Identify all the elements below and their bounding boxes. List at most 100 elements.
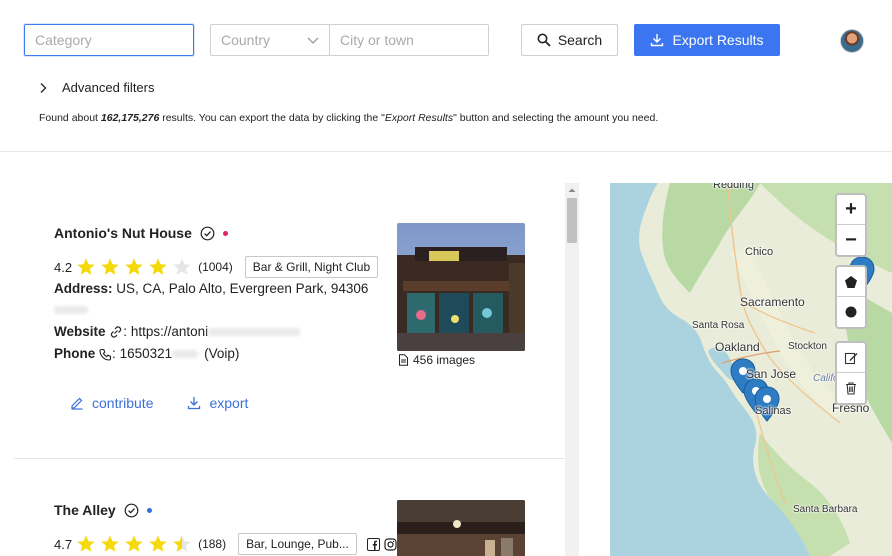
download-icon xyxy=(651,34,664,47)
zoom-in-button[interactable]: + xyxy=(837,195,865,225)
draw-circle-button[interactable] xyxy=(837,297,865,327)
rating-stars xyxy=(76,257,192,277)
summary-prefix: Found about xyxy=(39,112,101,124)
export-results-button[interactable]: Export Results xyxy=(634,24,780,56)
rating-row: 4.7 (188) Bar, Lounge, Pub... xyxy=(54,533,397,555)
polygon-icon xyxy=(845,275,857,288)
rating-stars xyxy=(76,534,192,554)
phone-label: Phone xyxy=(54,346,96,361)
summary-button-ref: Export Results xyxy=(384,112,454,124)
advanced-filters-label: Advanced filters xyxy=(62,80,155,95)
export-results-label: Export Results xyxy=(672,32,764,48)
star-empty-icon xyxy=(173,258,191,275)
results-map[interactable]: Redding Chico Sacramento Santa Rosa Oakl… xyxy=(610,183,892,556)
result-title-row: Antonio's Nut House xyxy=(54,225,228,241)
bar-photo-image xyxy=(397,223,525,351)
chevron-right-icon xyxy=(40,82,47,93)
file-icon xyxy=(399,354,408,366)
address-value: US, CA, Palo Alto, Evergreen Park, 94306 xyxy=(116,281,369,296)
trash-icon xyxy=(846,382,856,395)
export-label: export xyxy=(209,395,249,411)
map-label-salinas: Salinas xyxy=(755,405,792,417)
instagram-icon[interactable] xyxy=(384,537,397,551)
edit-icon xyxy=(71,397,83,410)
redacted-text xyxy=(172,350,199,359)
rating-value: 4.2 xyxy=(54,259,73,275)
category-tag[interactable]: Bar & Grill, Night Club xyxy=(244,256,379,278)
star-icon xyxy=(77,535,95,552)
star-icon xyxy=(125,535,143,552)
star-half-icon xyxy=(173,535,191,552)
image-count[interactable]: 456 images xyxy=(398,353,475,367)
facebook-icon[interactable] xyxy=(366,537,380,551)
map-label-oakland: Oakland xyxy=(715,340,760,354)
map-label-stockton: Stockton xyxy=(788,341,827,352)
review-count: (1004) xyxy=(198,260,233,274)
summary-suffix: " button and selecting the amount you ne… xyxy=(453,112,659,124)
star-icon xyxy=(101,535,119,552)
redacted-text xyxy=(208,328,301,337)
scroll-up-arrow-icon[interactable] xyxy=(565,183,579,197)
zoom-controls: + − xyxy=(835,193,867,257)
results-count: 162,175,276 xyxy=(100,112,160,124)
category-input[interactable] xyxy=(24,24,194,56)
edit-icon xyxy=(844,352,858,364)
edit-layers-button[interactable] xyxy=(837,343,865,373)
redacted-text xyxy=(54,306,88,315)
results-list: Antonio's Nut House 4.2 (1004) Bar & Gri… xyxy=(0,153,565,556)
phone-value: 1650321 xyxy=(119,346,173,361)
advanced-filters-toggle[interactable]: Advanced filters xyxy=(38,80,155,95)
result-name[interactable]: Antonio's Nut House xyxy=(54,225,192,241)
edit-controls xyxy=(835,341,867,405)
search-header: Search Export Results Advanced filters F… xyxy=(0,0,892,152)
scrollbar-thumb[interactable] xyxy=(567,198,577,243)
address-row: Address: US, CA, Palo Alto, Evergreen Pa… xyxy=(54,281,368,296)
rating-value: 4.7 xyxy=(54,536,73,552)
phone-icon xyxy=(99,348,112,361)
address-label: Address: xyxy=(54,281,113,296)
search-button[interactable]: Search xyxy=(521,24,618,56)
circle-icon xyxy=(845,306,857,318)
verified-icon xyxy=(124,503,139,517)
results-summary: Found about 162,175,276 results. You can… xyxy=(39,112,658,124)
image-count-label: 456 images xyxy=(413,353,476,367)
result-card: The Alley 4.7 (188) Bar, Lounge, Pub... xyxy=(14,460,565,556)
map-label-santa-barbara: Santa Barbara xyxy=(793,504,858,515)
summary-middle: results. You can export the data by clic… xyxy=(159,112,385,124)
search-button-label: Search xyxy=(557,32,603,48)
map-label-sacramento: Sacramento xyxy=(740,295,805,309)
place-photo[interactable] xyxy=(397,500,525,556)
result-card: Antonio's Nut House 4.2 (1004) Bar & Gri… xyxy=(14,153,565,459)
result-title-row: The Alley xyxy=(54,502,152,518)
draw-polygon-button[interactable] xyxy=(837,267,865,297)
zoom-out-button[interactable]: − xyxy=(837,225,865,255)
map-label-san-jose: San Jose xyxy=(746,367,797,381)
download-icon xyxy=(188,397,201,410)
map-label-redding: Redding xyxy=(713,183,754,191)
verified-icon xyxy=(200,226,215,240)
star-icon xyxy=(149,258,167,275)
user-avatar[interactable] xyxy=(840,29,864,53)
draw-controls xyxy=(835,265,867,329)
result-name[interactable]: The Alley xyxy=(54,502,116,518)
category-tag[interactable]: Bar, Lounge, Pub... xyxy=(238,533,357,555)
delete-layers-button[interactable] xyxy=(837,373,865,403)
contribute-link[interactable]: contribute xyxy=(70,395,153,411)
status-dot xyxy=(146,507,152,513)
link-icon xyxy=(111,326,122,339)
review-count: (188) xyxy=(198,537,227,551)
map-label-chico: Chico xyxy=(745,246,774,258)
export-link[interactable]: export xyxy=(187,395,248,411)
contribute-label: contribute xyxy=(92,395,154,411)
star-icon xyxy=(77,258,95,275)
website-value[interactable]: https://antoni xyxy=(131,324,208,339)
status-dot xyxy=(222,230,228,236)
city-input[interactable] xyxy=(329,24,489,56)
map-label-santa-rosa: Santa Rosa xyxy=(692,320,745,331)
chevron-down-icon xyxy=(307,37,319,44)
phone-row: Phone : 1650321 (Voip) xyxy=(54,346,240,361)
star-icon xyxy=(101,258,119,275)
place-photo[interactable] xyxy=(397,223,525,351)
phone-type: (Voip) xyxy=(204,346,240,361)
star-icon xyxy=(149,535,167,552)
